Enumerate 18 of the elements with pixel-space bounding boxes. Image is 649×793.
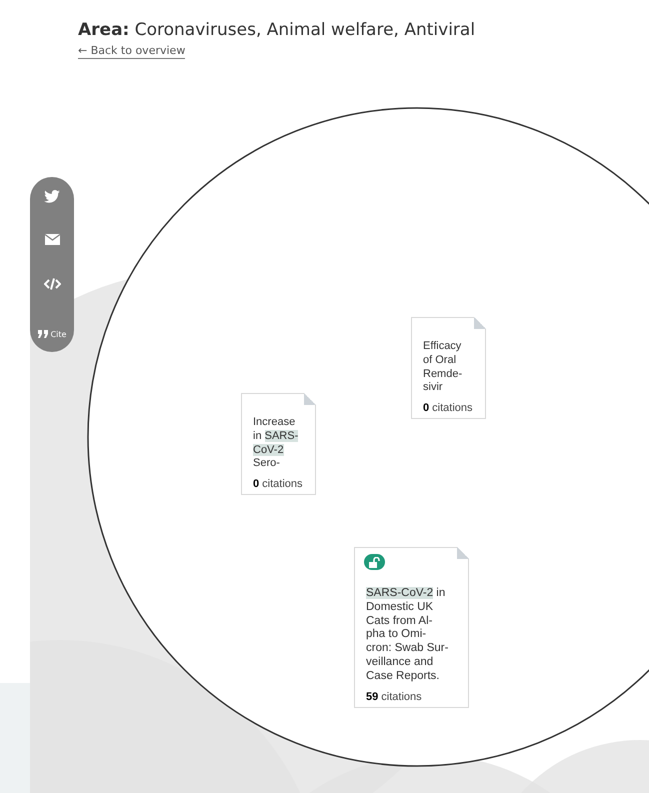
citation-count: 0 citations xyxy=(423,402,474,414)
paper-title: Efficacy of Oral Remde- sivir xyxy=(423,340,464,396)
code-icon xyxy=(44,278,60,290)
paper-card[interactable]: SARS-CoV-2 in Domestic UK Cats from Al- pha to Omi- cron: Swab Sur- veillance and Case Reports. 59 citations xyxy=(354,547,469,708)
citation-count: 59 citations xyxy=(366,690,423,703)
back-link[interactable]: ← Back to overview xyxy=(78,44,186,59)
twitter-icon xyxy=(44,190,60,203)
paper-card[interactable]: Efficacy of Oral Remde- sivir 0 citations xyxy=(411,317,486,420)
cite-button[interactable]: Cite xyxy=(34,326,70,342)
paper-card[interactable]: Increase in SARS- CoV-2 Sero- 0 citations xyxy=(241,393,316,496)
paper-title: SARS-CoV-2 in Domestic UK Cats from Al- pha to Omi- cron: Swab Sur- veillance and Case Reports. xyxy=(366,587,450,684)
paper-title: Increase in SARS- CoV-2 Sero- xyxy=(253,416,300,472)
cite-label: Cite xyxy=(50,330,66,338)
area-title: Area: Coronaviruses, Animal welfare, Antiviral xyxy=(78,19,476,42)
citation-count: 0 citations xyxy=(253,478,304,490)
quote-icon xyxy=(38,330,48,338)
envelope-icon xyxy=(44,234,60,245)
open-lock-icon xyxy=(364,554,385,570)
